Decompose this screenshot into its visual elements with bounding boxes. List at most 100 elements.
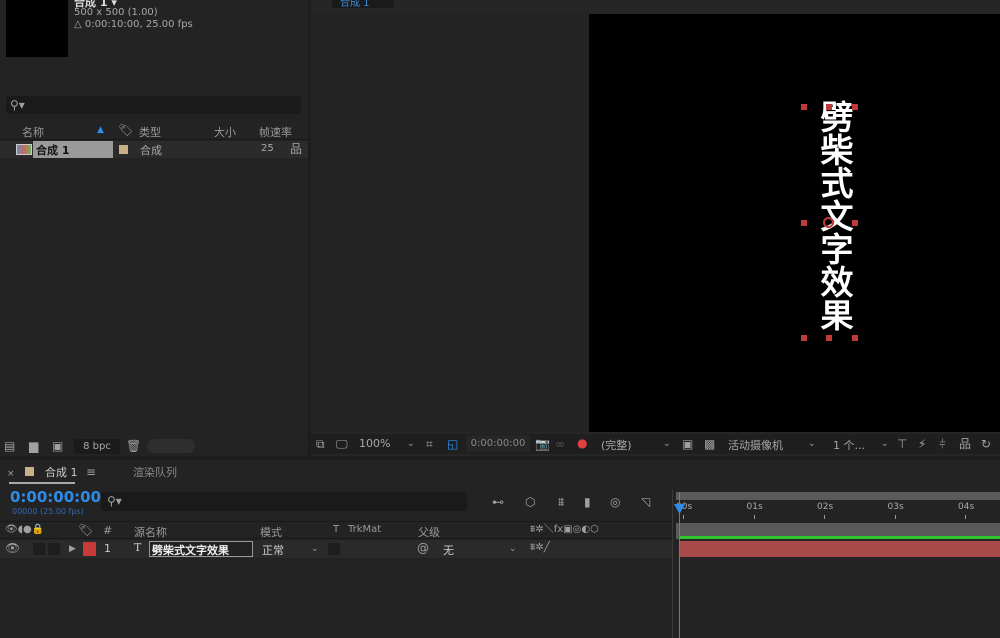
monitor-icon[interactable]: 🖵 <box>336 437 348 451</box>
parent-dropdown[interactable]: 无 <box>443 542 454 558</box>
text-layer[interactable]: 劈柴式文字效果 <box>806 100 854 331</box>
bbox-handle[interactable] <box>826 335 832 341</box>
bbox-handle[interactable] <box>852 335 858 341</box>
flowchart-icon[interactable]: 品 <box>959 437 971 451</box>
audio-toggle[interactable] <box>33 543 45 555</box>
composition-mini-flowchart-icon[interactable]: ⊷ <box>492 495 504 509</box>
bbox-handle[interactable] <box>801 335 807 341</box>
column-trkmat[interactable]: TrkMat <box>348 524 381 535</box>
column-fps[interactable]: 帧速率 <box>259 124 292 140</box>
column-name[interactable]: 名称 <box>22 124 44 140</box>
region-of-interest-icon[interactable]: ⌗ <box>426 437 433 451</box>
eye-icon[interactable]: 👁 <box>5 541 20 555</box>
column-t: T <box>333 524 340 535</box>
label-tag-icon[interactable]: 🏷 <box>118 123 133 137</box>
column-parent[interactable]: 父级 <box>418 524 440 540</box>
expand-arrow-icon[interactable]: ▶ <box>69 542 76 556</box>
item-fps: 25 <box>261 143 274 154</box>
ruler-tick-label: 03s <box>887 502 904 512</box>
fast-previews-icon[interactable]: ▣ <box>682 437 693 451</box>
view-layout-dropdown[interactable]: 1 个... <box>833 437 865 453</box>
snapshot-camera-icon[interactable]: 📷 <box>535 437 550 451</box>
timeline-panel: × 合成 1 ≡ 渲染队列 0:00:00:00 00000 (25.00 fp… <box>0 460 1000 638</box>
timeline-tab[interactable]: 合成 1 <box>45 464 78 480</box>
current-time[interactable]: 0:00:00:00 <box>10 488 101 506</box>
bbox-handle[interactable] <box>852 220 858 226</box>
new-composition-icon[interactable]: ▣ <box>52 439 63 453</box>
pick-whip-icon[interactable]: @ <box>417 541 429 555</box>
trkmat-dropdown[interactable] <box>328 543 340 555</box>
project-footer: ▤ ▆ ▣ 8 bpc 🗑 <box>0 436 308 456</box>
project-scrollbar[interactable] <box>147 439 195 453</box>
fast-preview-icon[interactable]: ⚡ <box>918 437 926 451</box>
column-source-name[interactable]: 源名称 <box>134 524 167 540</box>
ruler-tick <box>894 515 896 519</box>
frame-info: 00000 (25.00 fps) <box>12 507 84 516</box>
comp-duration: △ 0:00:10:00, 25.00 fps <box>74 19 193 30</box>
layer-name[interactable]: 劈柴式文字效果 <box>149 541 253 557</box>
motion-blur-icon[interactable]: ◎ <box>610 495 620 509</box>
bbox-handle[interactable] <box>801 104 807 110</box>
reset-exposure-icon[interactable]: ↻ <box>981 437 991 451</box>
composition-viewer: 合成 1 劈柴式文字效果 ⧉ 🖵 100% ⌄ ⌗ ◱ 0:00:00:00 📷… <box>311 0 1000 456</box>
panel-menu-icon[interactable]: ≡ <box>86 465 96 479</box>
chevron-down-icon: ⌄ <box>407 439 415 449</box>
current-time-display[interactable]: 0:00:00:00 <box>466 435 530 452</box>
comp-label-swatch <box>25 467 34 476</box>
transparency-grid-icon[interactable]: ◱ <box>447 437 458 451</box>
draft-3d-icon[interactable]: ⬡ <box>525 495 535 509</box>
graph-editor-icon[interactable]: ◹ <box>641 495 650 509</box>
layer-switches-icons[interactable]: ⩩✲╱ <box>530 541 550 555</box>
flowchart-icon[interactable]: 品 <box>290 142 302 156</box>
render-queue-tab[interactable]: 渲染队列 <box>133 464 177 480</box>
layer-number: 1 <box>104 542 111 555</box>
bit-depth-button[interactable]: 8 bpc <box>74 439 120 454</box>
column-size[interactable]: 大小 <box>214 124 236 140</box>
layer-label-color[interactable] <box>83 542 96 556</box>
timeline-search-input[interactable]: ⚲▾ <box>101 492 467 511</box>
project-search-input[interactable]: ⚲▾ <box>6 96 301 114</box>
time-ruler[interactable]: 00s 01s 02s 03s 04s <box>673 500 1000 523</box>
ruler-tick <box>965 515 966 519</box>
always-preview-icon[interactable]: ⧉ <box>316 437 325 451</box>
shy-layers-icon[interactable]: ⩩ <box>558 495 564 509</box>
viewer-tab[interactable]: 合成 1 <box>332 0 394 9</box>
toggle-pixel-aspect-icon[interactable]: ⊤ <box>897 437 907 451</box>
work-area-bar[interactable] <box>676 492 1000 500</box>
item-name[interactable]: 合成 1 <box>33 141 113 158</box>
trash-icon[interactable]: 🗑 <box>126 439 141 453</box>
interpret-footage-icon[interactable]: ▤ <box>4 439 15 453</box>
chevron-down-icon: ⌄ <box>808 439 816 449</box>
label-color-swatch[interactable] <box>119 145 128 154</box>
camera-dropdown[interactable]: 活动摄像机 <box>728 437 783 453</box>
checkerboard-icon[interactable]: ▩ <box>704 437 715 451</box>
ruler-tick-label: 01s <box>746 502 763 512</box>
color-channels-icon[interactable]: ● <box>577 436 587 450</box>
bbox-handle[interactable] <box>852 104 858 110</box>
column-mode[interactable]: 模式 <box>260 524 282 540</box>
anchor-point-icon[interactable] <box>823 217 834 228</box>
bbox-handle[interactable] <box>801 220 807 226</box>
timeline-icon[interactable]: ⫩ <box>939 437 946 451</box>
new-folder-icon[interactable]: ▆ <box>29 439 38 453</box>
resolution-dropdown[interactable]: (完整) <box>601 437 632 453</box>
lock-toggle[interactable] <box>48 543 60 555</box>
close-tab-icon[interactable]: × <box>7 467 15 481</box>
project-column-header: 名称 ▲ 🏷 类型 大小 帧速率 <box>0 122 308 140</box>
layer-row[interactable]: 👁 ▶ 1 T 劈柴式文字效果 正常 ⌄ @ 无 ⌄ ⩩✲╱ <box>0 540 672 558</box>
composition-canvas[interactable] <box>589 14 1000 432</box>
project-item-row[interactable]: 合成 1 合成 25 品 <box>0 141 308 158</box>
column-type[interactable]: 类型 <box>139 124 161 140</box>
viewer-canvas-area <box>311 13 589 432</box>
bbox-handle[interactable] <box>826 104 832 110</box>
layer-column-header: 👁◖●🔒 🏷 # 源名称 模式 T TrkMat 父级 ⩩✲＼fx▣◎◐⬡ <box>0 521 672 539</box>
ruler-tick-label: 04s <box>958 502 975 512</box>
mode-dropdown[interactable]: 正常 <box>262 542 284 558</box>
show-snapshot-icon[interactable]: ∞ <box>555 437 565 451</box>
search-icon: ⚲▾ <box>107 494 122 508</box>
ruler-tick <box>824 515 825 519</box>
frame-blending-icon[interactable]: ▮ <box>584 495 591 509</box>
layer-duration-bar[interactable] <box>680 541 1000 557</box>
composition-icon <box>16 144 32 155</box>
search-icon: ⚲▾ <box>10 98 25 112</box>
